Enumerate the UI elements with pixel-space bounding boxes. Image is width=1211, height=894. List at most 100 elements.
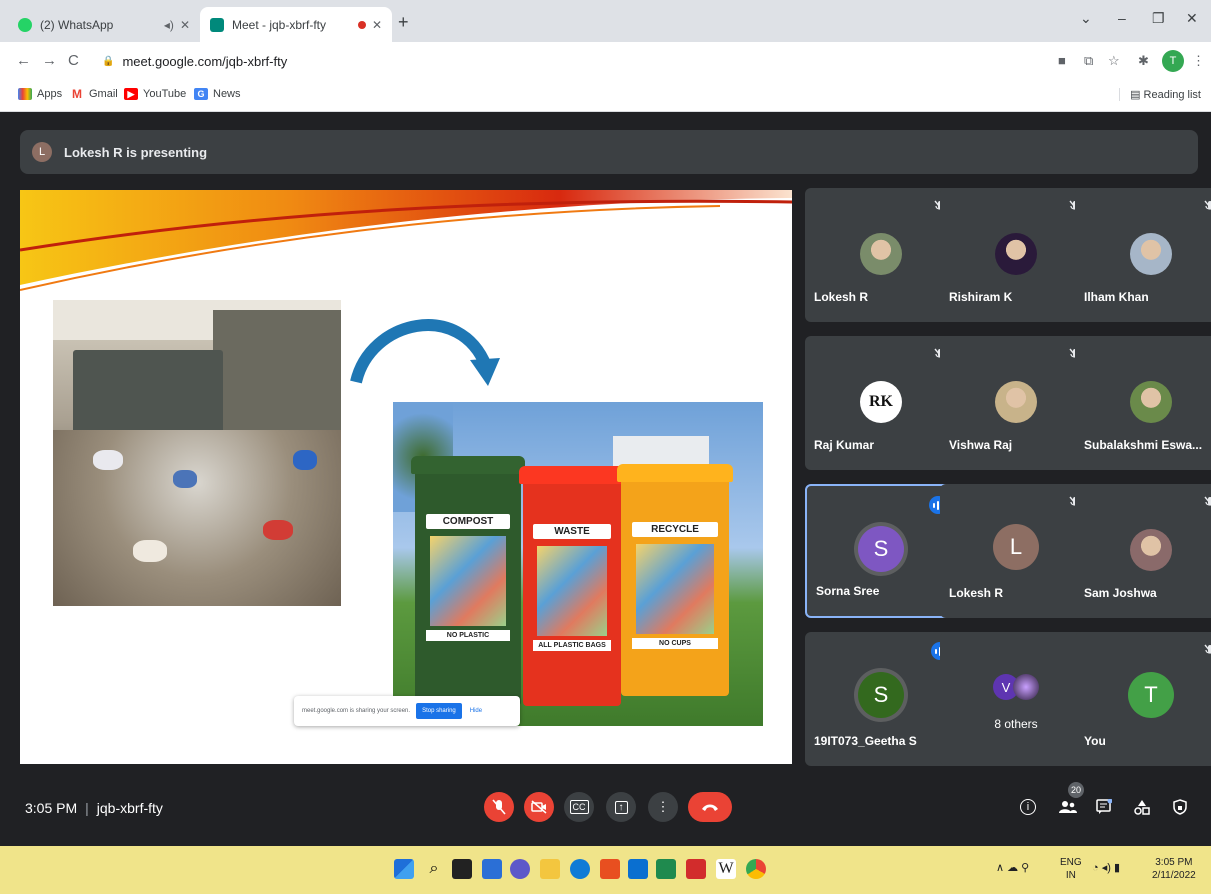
chat-button[interactable] — [1093, 796, 1115, 818]
show-hidden-icons[interactable]: ∧ ☁ ⚲ — [996, 862, 1029, 875]
restore-icon[interactable]: ❐ — [1152, 10, 1165, 27]
search-icon[interactable]: ⌕ — [424, 859, 444, 879]
mic-muted-icon — [1204, 644, 1211, 654]
participant-photo — [1130, 529, 1172, 571]
close-window-icon[interactable]: ✕ — [1186, 10, 1198, 27]
chrome-icon[interactable] — [746, 859, 766, 879]
participant-name: Lokesh R — [949, 586, 1004, 600]
widgets-icon[interactable] — [482, 859, 502, 879]
curved-arrow-icon — [350, 319, 500, 386]
clock-date: 2/11/2022 — [1152, 870, 1196, 881]
meeting-info: 3:05 PM | jqb-xbrf-fty — [25, 800, 163, 816]
url-input[interactable]: 🔒 meet.google.com/jqb-xbrf-fty — [92, 48, 1032, 74]
app-icon[interactable] — [656, 859, 676, 879]
participant-name: Lokesh R — [814, 290, 869, 304]
close-tab-icon[interactable]: ✕ — [180, 18, 190, 32]
presentation-slide: COMPOST NO PLASTIC WASTE ALL PLASTIC BAGS RE… — [20, 190, 792, 764]
reload-icon[interactable]: C — [68, 52, 79, 69]
activities-button[interactable] — [1131, 796, 1153, 818]
office-icon[interactable] — [600, 859, 620, 879]
mcafee-icon[interactable] — [686, 859, 706, 879]
file-explorer-icon[interactable] — [540, 859, 560, 879]
windows-taskbar: ⌕ W ∧ ☁ ⚲ ENG IN ◔ ◂) ▮ 3:05 PM 2/11/202… — [0, 846, 1211, 894]
participant-tile[interactable]: T You — [1075, 632, 1211, 766]
close-tab-icon[interactable]: ✕ — [372, 18, 382, 32]
participant-tile[interactable]: S Sorna Sree — [805, 484, 957, 618]
bin-sub-label: NO PLASTIC — [425, 630, 511, 641]
back-icon[interactable]: ← — [16, 52, 31, 69]
people-button[interactable] — [1057, 796, 1079, 818]
store-icon[interactable] — [628, 859, 648, 879]
profile-avatar[interactable]: T — [1162, 50, 1184, 72]
tab-whatsapp[interactable]: (2) WhatsApp ◂) ✕ — [8, 7, 200, 42]
bookmark-gmail[interactable]: M Gmail — [70, 88, 118, 100]
present-now-button[interactable]: ↑ — [606, 792, 636, 822]
network-volume-battery-icons[interactable]: ◔ ◂) ▮ — [1092, 862, 1120, 875]
windows-start-icon[interactable] — [394, 859, 414, 879]
tab-search-icon[interactable]: ⌄ — [1080, 10, 1092, 27]
star-icon[interactable]: ☆ — [1108, 53, 1120, 69]
microphone-toggle-button[interactable] — [484, 792, 514, 822]
extensions-icon[interactable]: ✱ — [1138, 53, 1149, 69]
task-view-icon[interactable] — [452, 859, 472, 879]
edge-icon[interactable] — [570, 859, 590, 879]
participant-tile[interactable]: Sam Joshwa — [1075, 484, 1211, 618]
participant-tile[interactable]: Lokesh R — [805, 188, 957, 322]
stop-sharing-button[interactable]: Stop sharing — [416, 703, 462, 719]
info-icon: i — [1020, 799, 1036, 815]
participant-name: Ilham Khan — [1084, 290, 1149, 304]
language-indicator[interactable]: ENG IN — [1060, 856, 1082, 882]
participant-name: Subalakshmi Eswa... — [1084, 438, 1203, 452]
bookmark-youtube[interactable]: ▶ YouTube — [124, 88, 186, 100]
captions-button[interactable]: CC — [564, 792, 594, 822]
meet-icon — [210, 17, 224, 32]
camera-icon[interactable]: ■ — [1058, 53, 1066, 68]
hide-button[interactable]: Hide — [470, 708, 482, 714]
participant-tile[interactable]: Rishiram K — [940, 188, 1092, 322]
participant-tile[interactable]: Ilham Khan — [1075, 188, 1211, 322]
url-text: meet.google.com/jqb-xbrf-fty — [122, 53, 288, 69]
participant-tile[interactable]: Subalakshmi Eswa... — [1075, 336, 1211, 470]
clock[interactable]: 3:05 PM 2/11/2022 — [1152, 856, 1196, 882]
leave-call-button[interactable] — [688, 792, 732, 822]
minimize-icon[interactable]: – — [1118, 10, 1126, 26]
tab-meet[interactable]: Meet - jqb-xbrf-fty ✕ — [200, 7, 392, 42]
clock-time: 3:05 PM — [1155, 857, 1193, 868]
participant-initial-avatar: S — [858, 526, 904, 572]
recycling-bin: RECYCLE NO CUPS — [617, 464, 733, 696]
bookmark-label: Apps — [37, 88, 63, 100]
tab-title: Meet - jqb-xbrf-fty — [232, 17, 327, 32]
more-vert-icon: ⋮ — [656, 799, 670, 814]
word-icon[interactable]: W — [716, 859, 736, 879]
meeting-time: 3:05 PM — [25, 800, 78, 816]
hang-up-icon — [702, 804, 718, 811]
reading-list-button[interactable]: ▤ Reading list — [1119, 88, 1201, 101]
menu-icon[interactable]: ⋮ — [1192, 53, 1205, 69]
participant-tile[interactable]: L Lokesh R — [940, 484, 1092, 618]
participant-photo — [995, 233, 1037, 275]
more-options-button[interactable]: ⋮ — [648, 792, 678, 822]
forward-icon[interactable]: → — [42, 52, 57, 69]
news-icon: G — [194, 88, 208, 100]
mic-off-icon — [492, 799, 506, 815]
participant-tile[interactable]: S 19IT073_Geetha S — [805, 632, 957, 766]
bookmark-apps[interactable]: Apps — [18, 88, 62, 100]
chat-icon — [1096, 799, 1112, 814]
bookmark-label: News — [213, 88, 241, 100]
gmail-icon: M — [72, 87, 82, 101]
participant-photo — [1130, 233, 1172, 275]
others-photo-avatar — [1013, 674, 1039, 700]
host-controls-button[interactable] — [1169, 796, 1191, 818]
camera-toggle-button[interactable] — [524, 792, 554, 822]
share-icon[interactable]: ⧉ — [1084, 53, 1093, 69]
slide-swoosh-decoration — [20, 190, 792, 291]
new-tab-button[interactable]: + — [398, 12, 409, 33]
participant-tile[interactable]: RK Raj Kumar — [805, 336, 957, 470]
participant-tile[interactable]: Vishwa Raj — [940, 336, 1092, 470]
meeting-details-button[interactable]: i — [1017, 796, 1039, 818]
captions-icon: CC — [569, 800, 589, 814]
teams-chat-icon[interactable] — [510, 859, 530, 879]
participant-logo: RK — [860, 381, 902, 423]
bookmark-news[interactable]: G News — [194, 88, 241, 100]
participant-tile[interactable]: 8 others V — [940, 632, 1092, 766]
